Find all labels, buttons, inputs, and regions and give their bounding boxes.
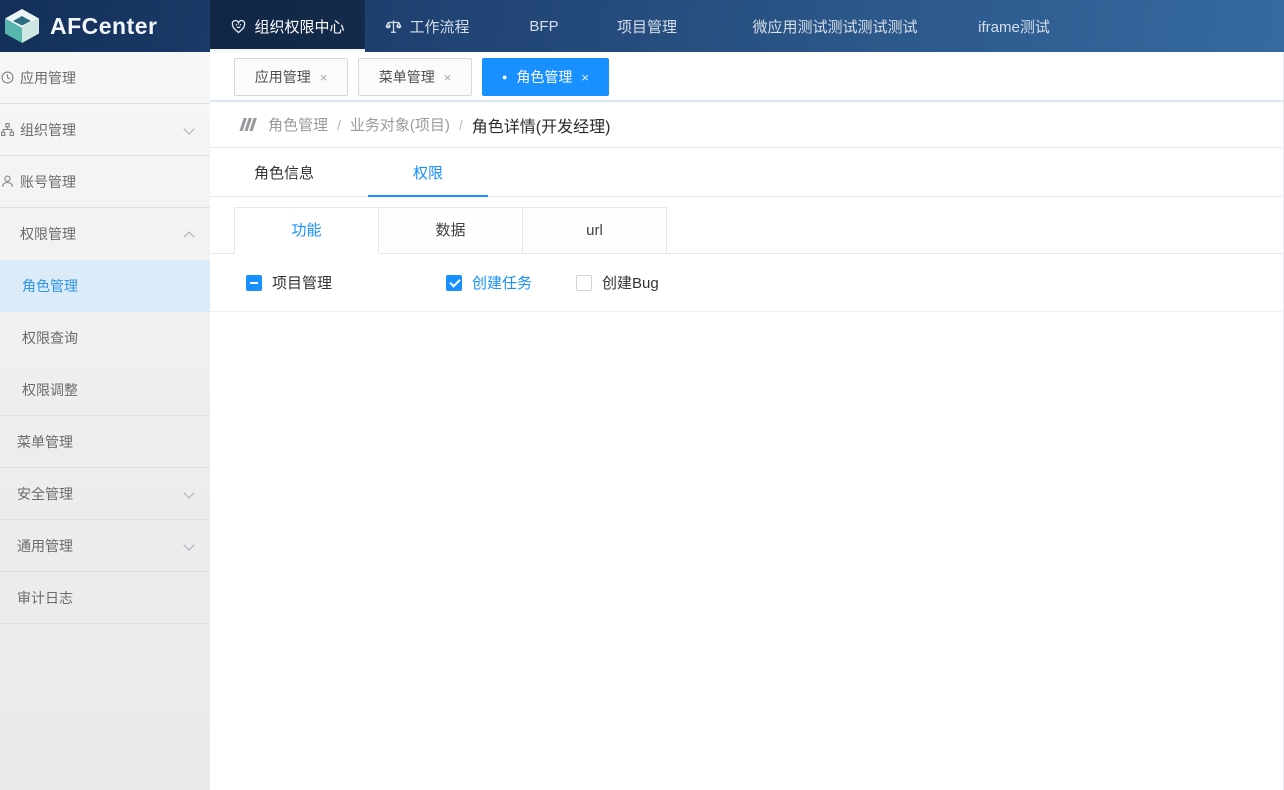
nav-item-label: 项目管理 xyxy=(616,18,677,36)
sidebar-item-menu-management[interactable]: 菜单管理 xyxy=(0,416,210,468)
checkbox-unchecked-create-bug[interactable] xyxy=(576,274,592,291)
chevron-up-icon xyxy=(183,231,195,243)
tab-function[interactable]: 功能 xyxy=(234,207,379,254)
sidebar-item-org-management[interactable]: 组织管理 xyxy=(0,104,210,156)
app-logo[interactable]: AFCenter xyxy=(0,0,210,52)
app-logo-text: AFCenter xyxy=(50,12,158,39)
sidebar-item-label: 权限查询 xyxy=(22,330,78,346)
permission-item-project-management: 项目管理 xyxy=(246,272,446,293)
sidebar-item-app-management[interactable]: 应用管理 xyxy=(0,52,210,104)
sidebar-item-permission-adjust[interactable]: 权限调整 xyxy=(0,364,210,416)
breadcrumb-separator: / xyxy=(337,116,341,133)
sidebar-item-audit-log[interactable]: 审计日志 xyxy=(0,572,210,624)
open-tab-label: 菜单管理 xyxy=(378,69,435,85)
close-icon[interactable]: × xyxy=(320,70,328,85)
nav-item-workflow[interactable]: 工作流程 xyxy=(365,0,490,52)
checkbox-label: 项目管理 xyxy=(272,275,333,292)
tab-url[interactable]: url xyxy=(522,207,667,254)
nav-item-label: 微应用测试测试测试测试 xyxy=(752,18,918,36)
sidebar-item-label: 菜单管理 xyxy=(17,433,73,450)
tab-label: url xyxy=(586,222,603,239)
open-tab-label: 角色管理 xyxy=(516,69,573,85)
close-icon[interactable]: × xyxy=(581,70,589,85)
tab-label: 数据 xyxy=(435,222,466,239)
open-tab-menu-management[interactable]: 菜单管理 × xyxy=(358,58,472,96)
close-icon[interactable]: × xyxy=(444,70,452,85)
tab-permissions[interactable]: 权限 xyxy=(368,148,488,197)
nav-item-bfp[interactable]: BFP xyxy=(490,0,598,52)
sidebar-item-label: 组织管理 xyxy=(20,121,76,138)
nav-item-micro-app-test[interactable]: 微应用测试测试测试测试 xyxy=(696,0,974,52)
nav-item-label: BFP xyxy=(529,17,559,35)
open-tabs-bar: 应用管理 × 菜单管理 × ● 角色管理 × xyxy=(210,52,1283,102)
open-tab-label: 应用管理 xyxy=(254,69,311,85)
main-content: 应用管理 × 菜单管理 × ● 角色管理 × 角色管理 / 业务对象(项目) /… xyxy=(210,52,1284,790)
permission-item-create-bug: 创建Bug xyxy=(576,272,659,293)
open-tab-role-management[interactable]: ● 角色管理 × xyxy=(482,58,609,96)
nav-item-org-permission-center[interactable]: 组织权限中心 xyxy=(210,0,365,52)
breadcrumb-item-business-object[interactable]: 业务对象(项目) xyxy=(350,114,450,135)
sidebar-item-label: 审计日志 xyxy=(17,589,73,606)
user-icon xyxy=(1,175,14,187)
sidebar-item-label: 通用管理 xyxy=(17,537,73,554)
sidebar-item-security-management[interactable]: 安全管理 xyxy=(0,468,210,520)
tab-label: 功能 xyxy=(291,222,322,239)
sidebar: 应用管理 组织管理 账号管理 权限管理 角色管理 权限查询 权限调整 菜单管理 … xyxy=(0,52,224,790)
sidebar-item-label: 应用管理 xyxy=(20,69,76,86)
sidebar-item-role-management[interactable]: 角色管理 xyxy=(0,260,210,312)
tab-label: 权限 xyxy=(412,164,443,182)
main-menu: 组织权限中心 工作流程 BFP 项目管理 微应用测试测试测试测试 iframe测… xyxy=(210,0,1054,52)
tab-role-info[interactable]: 角色信息 xyxy=(224,148,344,196)
nav-item-project-management[interactable]: 项目管理 xyxy=(598,0,696,52)
checkbox-label: 创建Bug xyxy=(602,275,659,292)
sidebar-group-permission-management[interactable]: 权限管理 xyxy=(0,208,210,260)
checkbox-label: 创建任务 xyxy=(472,275,533,292)
sidebar-item-permission-query[interactable]: 权限查询 xyxy=(0,312,210,364)
permission-checkbox-row: 项目管理 创建任务 创建Bug xyxy=(210,254,1283,312)
sidebar-item-label: 权限管理 xyxy=(20,226,76,242)
breadcrumb: 角色管理 / 业务对象(项目) / 角色详情(开发经理) xyxy=(210,102,1283,148)
nav-item-label: 工作流程 xyxy=(409,18,470,36)
breadcrumb-item-role-management[interactable]: 角色管理 xyxy=(268,114,328,135)
app-root: AFCenter 组织权限中心 工作流程 BFP 项目管理 微应用测试测试测试测… xyxy=(0,0,1284,790)
nav-item-iframe-test[interactable]: iframe测试 xyxy=(974,0,1054,52)
checkbox-indeterminate-project-management[interactable] xyxy=(246,274,262,291)
nav-item-label: 组织权限中心 xyxy=(254,18,345,36)
checkbox-checked-create-task[interactable] xyxy=(446,274,462,291)
permission-type-tabs: 功能 数据 url xyxy=(210,207,1283,254)
org-chart-icon xyxy=(1,123,14,136)
breadcrumb-list-icon xyxy=(239,118,257,131)
top-navbar: AFCenter 组织权限中心 工作流程 BFP 项目管理 微应用测试测试测试测… xyxy=(0,0,1284,52)
tab-data[interactable]: 数据 xyxy=(378,207,523,254)
sidebar-item-label: 角色管理 xyxy=(22,278,78,294)
open-tab-app-management[interactable]: 应用管理 × xyxy=(234,58,348,96)
breadcrumb-item-role-detail: 角色详情(开发经理) xyxy=(471,118,611,136)
breadcrumb-separator: / xyxy=(458,116,463,133)
heart-smile-icon xyxy=(232,19,246,33)
role-detail-tabs: 角色信息 权限 xyxy=(210,148,1283,197)
sidebar-item-account-management[interactable]: 账号管理 xyxy=(0,156,210,208)
balance-scale-icon xyxy=(386,19,402,33)
sidebar-item-general-management[interactable]: 通用管理 xyxy=(0,520,210,572)
clock-icon xyxy=(1,71,14,84)
permission-item-create-task: 创建任务 xyxy=(446,272,576,293)
sidebar-item-label: 权限调整 xyxy=(22,381,78,398)
tab-label: 角色信息 xyxy=(253,164,314,182)
sidebar-item-label: 安全管理 xyxy=(17,485,73,502)
chevron-down-icon xyxy=(183,539,195,551)
active-dot-icon: ● xyxy=(501,71,508,82)
nav-item-label: iframe测试 xyxy=(978,18,1050,36)
afcenter-logo-icon xyxy=(5,9,39,43)
chevron-down-icon xyxy=(183,487,195,499)
chevron-down-icon xyxy=(183,123,195,135)
sidebar-item-label: 账号管理 xyxy=(20,173,76,190)
